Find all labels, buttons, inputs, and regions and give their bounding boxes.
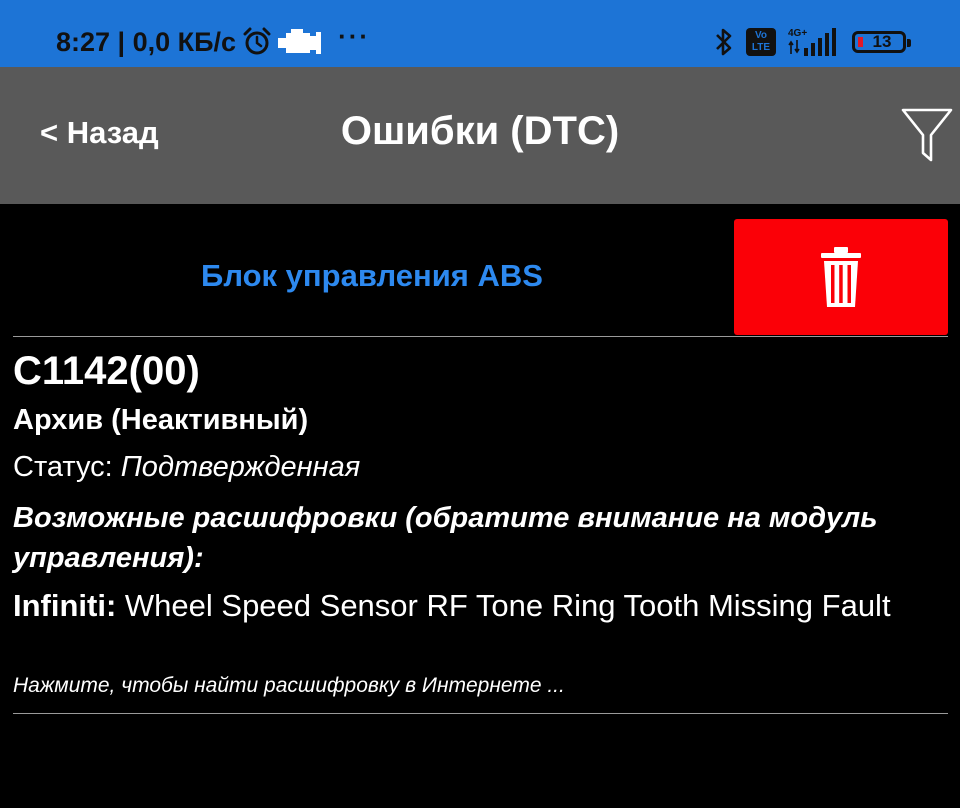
battery-nub: [907, 39, 911, 47]
delete-button[interactable]: [734, 219, 948, 335]
dtc-decode: Infiniti: Wheel Speed Sensor RF Tone Rin…: [13, 586, 913, 626]
status-left: 8:27 | 0,0 КБ/с ···: [56, 20, 371, 62]
dtc-archive-state: Архив (Неактивный): [13, 404, 309, 436]
network-type-label: 4G+: [788, 28, 807, 39]
module-title: Блок управления ABS: [201, 258, 543, 293]
battery-icon: 13: [852, 31, 911, 53]
divider-bottom: [13, 713, 948, 714]
dtc-list-item[interactable]: C1142(00) Архив (Неактивный) Статус: Под…: [13, 337, 948, 713]
battery-fill: [858, 37, 863, 47]
network-speed: 0,0 КБ/с: [132, 26, 237, 57]
volte-bottom-label: LTE: [751, 42, 771, 53]
page-title: Ошибки (DTC): [340, 109, 620, 153]
status-right: Vo LTE 4G+ 13: [714, 24, 911, 60]
status-time: 8:27: [56, 26, 111, 57]
dtc-search-hint[interactable]: Нажмите, чтобы найти расшифровку в Интер…: [13, 674, 565, 698]
dtc-status: Статус: Подтвержденная: [13, 451, 360, 484]
status-bar: 8:27 | 0,0 КБ/с ··· Vo LTE 4G+ 13: [0, 0, 960, 67]
dtc-status-label: Статус:: [13, 451, 121, 483]
overflow-dots: ···: [338, 20, 371, 51]
check-engine-icon: [278, 29, 322, 54]
alarm-clock-icon: [243, 27, 271, 55]
volte-icon: Vo LTE: [746, 28, 776, 56]
volte-top-label: Vo: [754, 30, 768, 41]
dtc-code: C1142(00): [13, 349, 200, 393]
status-separator: |: [110, 26, 133, 57]
filter-funnel-icon[interactable]: [900, 105, 954, 165]
dtc-status-value: Подтвержденная: [120, 451, 361, 483]
trash-icon: [821, 247, 861, 307]
battery-level: 13: [872, 32, 892, 51]
signal-icon: 4G+: [788, 28, 836, 56]
dtc-possible-decodes-heading: Возможные расшифровки (обратите внимание…: [13, 502, 878, 574]
dtc-make: Infiniti:: [13, 588, 117, 623]
dtc-description: Wheel Speed Sensor RF Tone Ring Tooth Mi…: [116, 588, 891, 623]
bluetooth-icon: [716, 28, 732, 56]
app-bar: < Назад Ошибки (DTC): [0, 67, 960, 204]
